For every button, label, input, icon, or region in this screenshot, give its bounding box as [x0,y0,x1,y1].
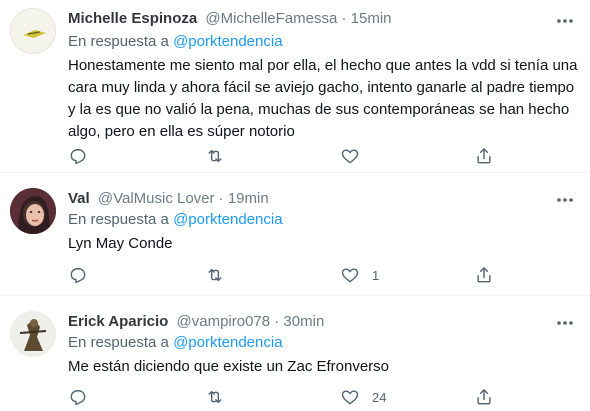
like-count: 24 [372,389,387,405]
tweet-2[interactable]: Val @ValMusic Lover · 19min En respuesta… [0,173,590,295]
avatar[interactable] [10,311,56,357]
like-button[interactable] [340,145,372,167]
tweet-text: Honestamente me siento mal por ella, el … [68,57,578,140]
reply-context: En respuesta a @porktendencia [68,33,283,50]
reply-handle-link[interactable]: @porktendencia [173,334,282,351]
retweet-icon [208,390,222,404]
retweet-button[interactable] [205,264,225,286]
author-meta[interactable]: @ValMusic Lover · 19min [98,190,269,207]
retweet-button[interactable] [205,145,225,167]
author-name[interactable]: Val [68,190,90,207]
reply-button[interactable] [68,145,88,167]
heart-icon [341,390,359,405]
reply-prefix: En respuesta a [68,334,169,351]
share-button[interactable] [474,264,494,286]
reply-prefix: En respuesta a [68,211,169,228]
tweet-1[interactable]: Michelle Espinoza @MichelleFamessa · 15m… [0,0,590,170]
author-name[interactable]: Michelle Espinoza [68,10,197,27]
share-icon [477,389,491,405]
avatar[interactable] [10,188,56,234]
reply-context: En respuesta a @porktendencia [68,211,283,228]
share-icon [477,148,491,164]
tweet-header: Val @ValMusic Lover · 19min [68,190,269,207]
heart-icon [341,268,359,283]
tweet-actions: 1 [68,264,508,286]
reply-icon [70,390,86,406]
author-name[interactable]: Erick Aparicio [68,313,168,330]
share-icon [477,267,491,283]
reply-button[interactable] [68,386,88,408]
tweet-actions: 24 [68,386,508,408]
more-options-icon[interactable] [554,312,576,334]
retweet-button[interactable] [205,386,225,408]
author-meta[interactable]: @vampiro078 · 30min [177,313,325,330]
tweet-actions [68,145,508,167]
like-button[interactable]: 24 [340,386,386,408]
reply-context: En respuesta a @porktendencia [68,334,283,351]
like-count: 1 [372,267,380,283]
tweet-3[interactable]: Erick Aparicio @vampiro078 · 30min En re… [0,296,590,411]
reply-icon [70,268,86,284]
reply-icon [70,149,86,165]
reply-handle-link[interactable]: @porktendencia [173,211,282,228]
retweet-icon [208,268,222,282]
reply-button[interactable] [68,264,88,286]
reply-prefix: En respuesta a [68,33,169,50]
author-meta[interactable]: @MichelleFamessa · 15min [205,10,391,27]
tweet-header: Erick Aparicio @vampiro078 · 30min [68,313,324,330]
more-options-icon[interactable] [554,10,576,32]
avatar-photo-icon [10,311,56,357]
retweet-icon [208,149,222,163]
like-button[interactable]: 1 [340,264,379,286]
heart-icon [341,149,359,164]
reply-handle-link[interactable]: @porktendencia [173,33,282,50]
tweet-text: Me están diciendo que existe un Zac Efro… [68,358,390,375]
share-button[interactable] [474,145,494,167]
avatar-logo-icon [23,30,46,38]
tweet-text: Lyn May Conde [68,235,173,252]
share-button[interactable] [474,386,494,408]
avatar-photo-icon [10,188,56,234]
more-options-icon[interactable] [554,189,576,211]
avatar[interactable] [10,8,56,54]
tweet-header: Michelle Espinoza @MichelleFamessa · 15m… [68,10,392,27]
